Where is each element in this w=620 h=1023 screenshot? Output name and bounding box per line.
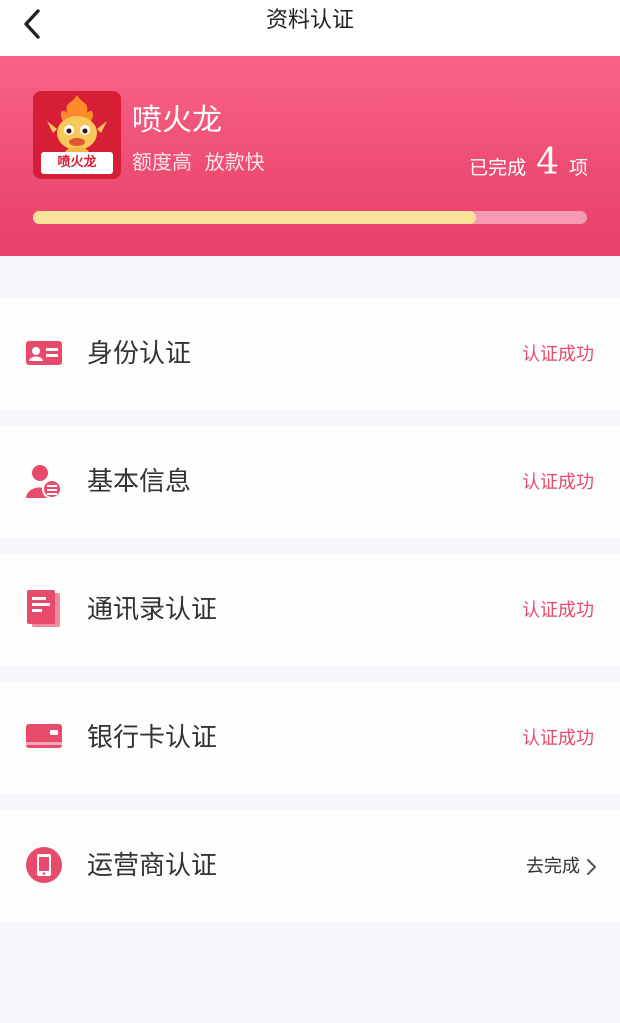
- verify-row-carrier[interactable]: 运营商认证 去完成: [0, 810, 620, 922]
- app-logo: 喷火龙: [33, 91, 121, 179]
- row-label: 基本信息: [87, 467, 192, 497]
- verify-row-bank-card[interactable]: 银行卡认证 认证成功: [0, 682, 620, 794]
- progress-bar: [33, 211, 587, 224]
- completed-number: 4: [536, 142, 559, 183]
- status-text: 认证成功: [522, 600, 594, 621]
- row-label: 运营商认证: [87, 851, 218, 881]
- app-slogan: 额度高 放款快: [132, 150, 265, 174]
- status-text: 认证成功: [522, 344, 594, 365]
- row-label: 身份认证: [87, 339, 192, 369]
- chevron-right-icon: [587, 859, 596, 875]
- status-text: 认证成功: [522, 728, 594, 749]
- nav-bar: 资料认证: [0, 0, 620, 56]
- user-info-icon: [24, 461, 64, 501]
- verify-row-contacts[interactable]: 通讯录认证 认证成功: [0, 554, 620, 666]
- verify-row-identity[interactable]: 身份认证 认证成功: [0, 298, 620, 410]
- go-complete-link[interactable]: 去完成: [526, 855, 580, 879]
- page-title: 资料认证: [265, 8, 354, 33]
- app-name: 喷火龙: [132, 103, 222, 138]
- completed-count: 已完成 4 项: [469, 142, 588, 183]
- row-label: 银行卡认证: [87, 723, 218, 753]
- bank-card-icon: [24, 717, 64, 757]
- row-label: 通讯录认证: [87, 595, 218, 625]
- verify-row-basic-info[interactable]: 基本信息 认证成功: [0, 426, 620, 538]
- id-card-icon: [24, 333, 64, 373]
- progress-fill: [33, 211, 477, 224]
- completed-prefix: 已完成: [469, 157, 527, 179]
- contacts-book-icon: [24, 589, 64, 629]
- logo-text: 喷火龙: [41, 152, 113, 174]
- status-text: 认证成功: [522, 472, 594, 493]
- app-banner: 喷火龙 喷火龙 额度高 放款快 已完成 4 项: [0, 56, 620, 256]
- mobile-phone-icon: [24, 845, 64, 885]
- completed-suffix: 项: [568, 157, 588, 179]
